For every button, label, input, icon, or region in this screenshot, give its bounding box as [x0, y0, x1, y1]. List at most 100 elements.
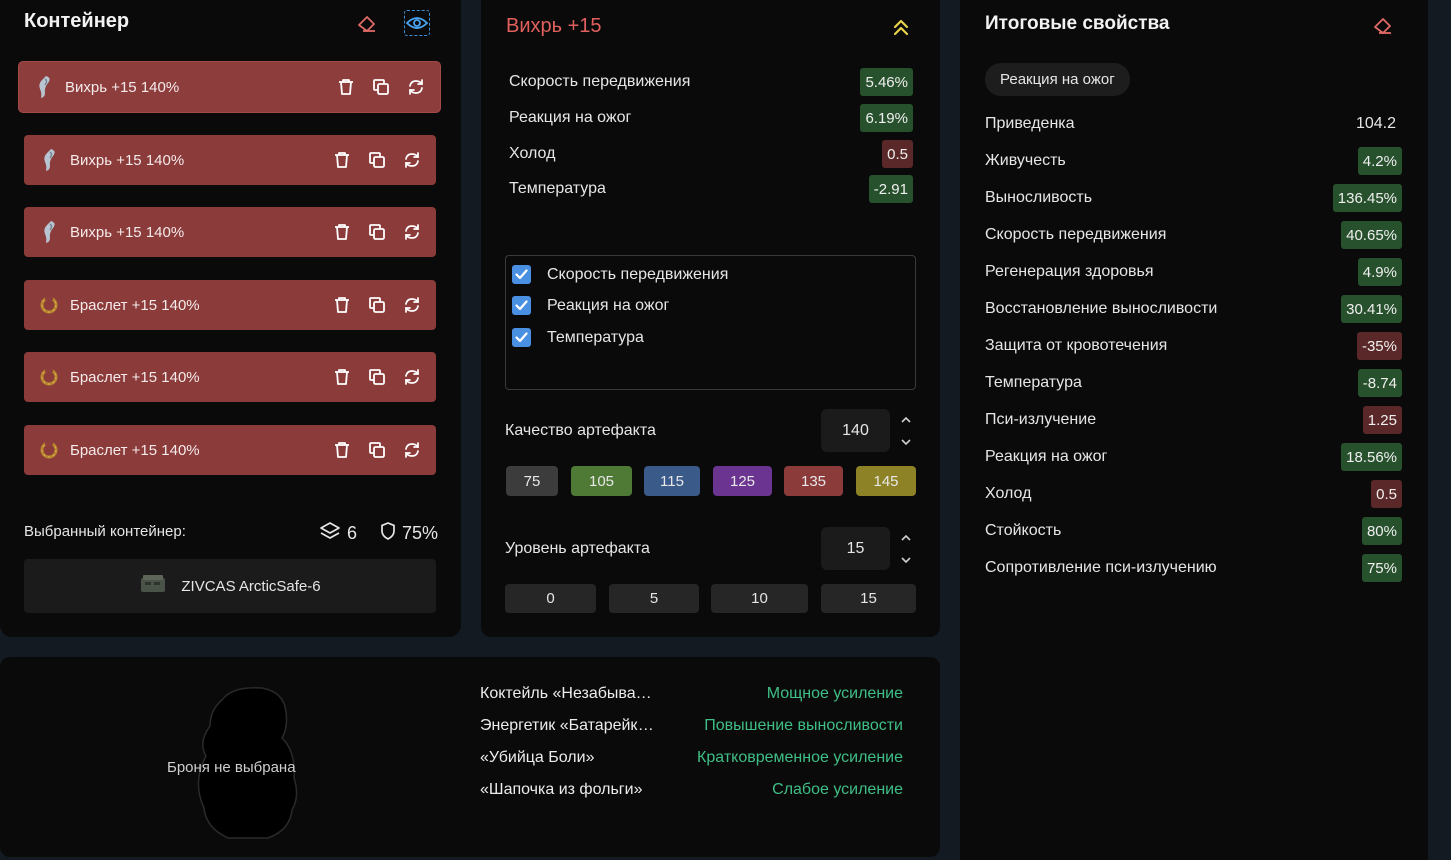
swap-icon[interactable]: [405, 75, 426, 99]
total-stat-row: Температура -8.74: [985, 368, 1402, 398]
artifact-slot-name: Вихрь +15 140%: [70, 223, 185, 241]
checkbox[interactable]: [512, 328, 531, 347]
total-stat-label: Холод: [985, 485, 1032, 502]
whirl-artifact-icon: [33, 76, 55, 98]
artifact-slot[interactable]: Браслет +15 140%: [24, 352, 436, 402]
boost-row[interactable]: Коктейль «Незабываемый» Мощное усиление: [480, 683, 903, 705]
eye-icon[interactable]: [404, 10, 430, 36]
total-stat-value: 4.9%: [1357, 258, 1402, 286]
boost-effect: Повышение выносливости: [704, 717, 903, 734]
total-stat-row: Холод 0.5: [985, 479, 1402, 509]
checkbox-label: Скорость передвижения: [547, 265, 729, 283]
total-stat-label: Защита от кровотечения: [985, 337, 1168, 354]
eraser-icon[interactable]: [1370, 12, 1396, 38]
quality-option-button[interactable]: 125: [713, 466, 772, 496]
total-stat-label: Регенерация здоровья: [985, 263, 1154, 280]
quality-option-button[interactable]: 145: [856, 466, 916, 496]
level-option-button[interactable]: 5: [609, 584, 699, 613]
quality-option-button[interactable]: 105: [571, 466, 632, 496]
boost-row[interactable]: Энергетик «Батарейка» Повышение выносливо…: [480, 715, 903, 737]
total-stat-row: Стойкость 80%: [985, 516, 1402, 546]
total-stat-row: Сопротивление пси-излучению 75%: [985, 553, 1402, 583]
artifact-slot[interactable]: Вихрь +15 140%: [19, 62, 440, 112]
total-stat-row: Восстановление выносливости 30.41%: [985, 294, 1402, 324]
total-stat-label: Приведенка: [985, 115, 1075, 132]
swap-icon[interactable]: [401, 438, 422, 462]
stat-checkbox-row[interactable]: Температура: [512, 328, 644, 347]
total-stat-value: 18.56%: [1341, 443, 1402, 471]
total-stat-value: 104.2: [1355, 115, 1396, 132]
quality-option-button[interactable]: 115: [644, 466, 700, 496]
artifact-stat-value: -2.91: [868, 175, 913, 203]
level-option-button[interactable]: 0: [505, 584, 596, 613]
swap-icon[interactable]: [401, 148, 422, 172]
copy-icon[interactable]: [366, 148, 387, 172]
total-stat-value: 80%: [1361, 517, 1402, 545]
chevron-up-icon[interactable]: [900, 411, 912, 429]
copy-icon[interactable]: [366, 293, 387, 317]
collapse-chevrons-icon[interactable]: [888, 14, 914, 40]
boost-row[interactable]: «Шапочка из фольги» Слабое усиление: [480, 779, 903, 801]
trash-icon[interactable]: [331, 293, 352, 317]
chevron-down-icon[interactable]: [900, 433, 912, 451]
artifact-stat-label: Холод: [509, 145, 556, 162]
boost-row[interactable]: «Убийца Боли» Кратковременное усиление: [480, 747, 903, 769]
boost-effect: Слабое усиление: [772, 781, 903, 798]
trash-icon[interactable]: [331, 220, 352, 244]
whirl-artifact-icon: [38, 221, 60, 243]
total-stat-label: Реакция на ожог: [985, 448, 1108, 465]
level-option-button[interactable]: 10: [711, 584, 808, 613]
artifact-slot[interactable]: Вихрь +15 140%: [24, 207, 436, 257]
chevron-down-icon[interactable]: [900, 551, 912, 569]
total-stat-label: Температура: [985, 374, 1082, 391]
trash-icon[interactable]: [335, 75, 356, 99]
boost-name: Энергетик «Батарейка»: [480, 717, 655, 734]
artifact-slot[interactable]: Браслет +15 140%: [24, 425, 436, 475]
quality-option-button[interactable]: 135: [784, 466, 843, 496]
checkbox[interactable]: [512, 265, 531, 284]
quality-option-button[interactable]: 75: [506, 466, 558, 496]
artifact-slot-name: Вихрь +15 140%: [70, 151, 185, 169]
container-name: ZIVCAS ArcticSafe-6: [181, 577, 321, 595]
artifact-slot-name: Браслет +15 140%: [70, 441, 200, 459]
container-title: Контейнер: [24, 10, 130, 32]
level-input[interactable]: 15: [821, 527, 890, 570]
eraser-icon[interactable]: [354, 10, 380, 36]
stat-checkbox-row[interactable]: Скорость передвижения: [512, 265, 728, 284]
total-stat-label: Живучесть: [985, 152, 1066, 169]
checkbox[interactable]: [512, 296, 531, 315]
filter-chip[interactable]: Реакция на ожог: [985, 63, 1130, 96]
artifact-slot-name: Браслет +15 140%: [70, 368, 200, 386]
total-stat-value: 75%: [1361, 554, 1402, 582]
total-stat-value: 0.5: [1371, 480, 1402, 508]
stat-checkbox-row[interactable]: Реакция на ожог: [512, 296, 669, 315]
trash-icon[interactable]: [331, 438, 352, 462]
swap-icon[interactable]: [401, 220, 422, 244]
total-stat-row: Скорость передвижения 40.65%: [985, 220, 1402, 250]
copy-icon[interactable]: [366, 438, 387, 462]
copy-icon[interactable]: [366, 365, 387, 389]
total-stat-label: Сопротивление пси-излучению: [985, 559, 1217, 576]
swap-icon[interactable]: [401, 365, 422, 389]
level-stepper[interactable]: [898, 529, 914, 569]
total-stat-label: Стойкость: [985, 522, 1062, 539]
artifact-slot[interactable]: Вихрь +15 140%: [24, 135, 436, 185]
total-stat-value: 1.25: [1362, 406, 1402, 434]
swap-icon[interactable]: [401, 293, 422, 317]
total-stat-value: 136.45%: [1332, 184, 1402, 212]
total-stat-row: Выносливость 136.45%: [985, 183, 1402, 213]
trash-icon[interactable]: [331, 148, 352, 172]
artifact-slot[interactable]: Браслет +15 140%: [24, 280, 436, 330]
chevron-up-icon[interactable]: [900, 529, 912, 547]
trash-icon[interactable]: [331, 365, 352, 389]
container-select[interactable]: ZIVCAS ArcticSafe-6: [24, 559, 436, 613]
quality-input[interactable]: 140: [821, 409, 890, 452]
copy-icon[interactable]: [370, 75, 391, 99]
copy-icon[interactable]: [366, 220, 387, 244]
whirl-artifact-icon: [38, 149, 60, 171]
artifact-stat-label: Реакция на ожог: [509, 109, 632, 126]
checkbox-label: Температура: [547, 328, 644, 346]
level-option-button[interactable]: 15: [821, 584, 916, 613]
quality-stepper[interactable]: [898, 411, 914, 451]
artifact-stat-value: 0.5: [882, 140, 913, 168]
